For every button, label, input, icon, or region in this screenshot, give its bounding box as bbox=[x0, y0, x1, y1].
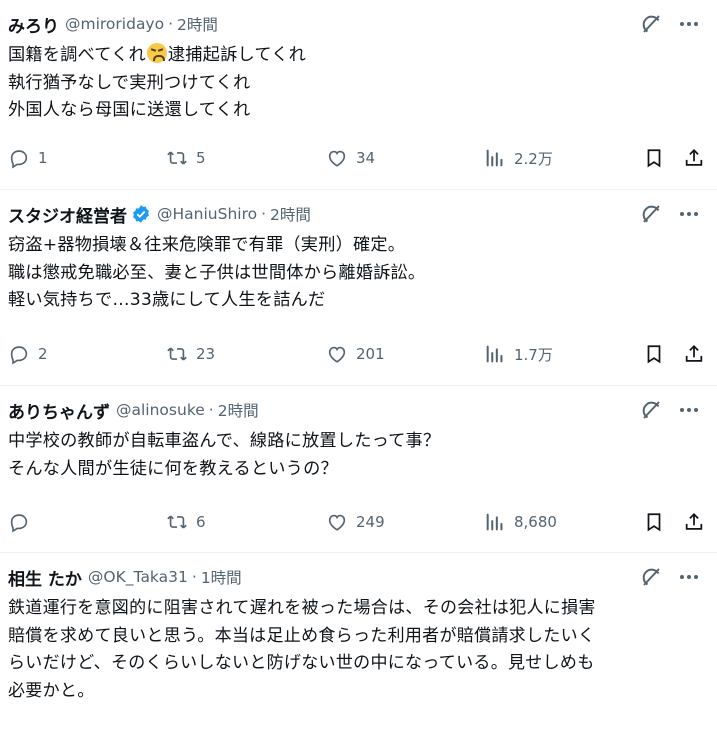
tweet-header: ありちゃんず @alinosuke · 2時間 bbox=[8, 398, 709, 423]
views-button[interactable]: 2.2万 bbox=[484, 147, 553, 169]
analytics-icon bbox=[484, 343, 506, 365]
bookmark-button[interactable] bbox=[643, 511, 665, 533]
tweet-text-rest: 執行猶予なしで実刑つけてくれ 外国人なら母国に送還してくれ bbox=[8, 72, 251, 121]
bookmark-button[interactable] bbox=[643, 147, 665, 169]
timestamp[interactable]: 2時間 bbox=[218, 399, 259, 421]
grok-icon[interactable] bbox=[639, 565, 663, 589]
display-name[interactable]: みろり bbox=[8, 12, 59, 37]
repost-button[interactable]: 6 bbox=[166, 511, 206, 533]
timestamp[interactable]: 2時間 bbox=[177, 13, 218, 35]
share-icon bbox=[683, 343, 705, 365]
tweet-header: スタジオ経営者 @HaniuShiro · 2時間 bbox=[8, 202, 709, 227]
more-options-icon[interactable] bbox=[677, 398, 701, 422]
action-bar: 6 249 8,680 bbox=[8, 510, 709, 534]
heart-icon bbox=[326, 343, 348, 365]
repost-button[interactable]: 5 bbox=[166, 147, 206, 169]
repost-count: 23 bbox=[196, 345, 216, 363]
separator: · bbox=[168, 15, 174, 33]
grok-icon[interactable] bbox=[639, 12, 663, 36]
tweet[interactable]: みろり @miroridayo · 2時間 国籍を調べてくれ 逮捕起訴してくれ 執… bbox=[0, 0, 717, 190]
share-button[interactable] bbox=[683, 343, 705, 365]
tweet[interactable]: 相生 たか @OK_Taka31 · 1時間 鉄道運行を意図的に阻害されて遅れを… bbox=[0, 553, 717, 740]
separator: · bbox=[208, 401, 214, 419]
more-options-icon[interactable] bbox=[677, 202, 701, 226]
tweet-header: 相生 たか @OK_Taka31 · 1時間 bbox=[8, 565, 709, 590]
timestamp[interactable]: 2時間 bbox=[270, 203, 311, 225]
like-button[interactable]: 201 bbox=[326, 343, 385, 365]
reply-count: 1 bbox=[38, 149, 48, 167]
user-handle[interactable]: @HaniuShiro bbox=[157, 205, 257, 223]
action-bar: 1 5 34 2.2万 bbox=[8, 146, 709, 170]
tweet-text: 中学校の教師が自転車盗んで、線路に放置したって事？ そんな人間が生徒に何を教える… bbox=[8, 431, 441, 479]
share-button[interactable] bbox=[683, 511, 705, 533]
repost-icon bbox=[166, 343, 188, 365]
tweet[interactable]: ありちゃんず @alinosuke · 2時間 中学校の教師が自転車盗んで、線路… bbox=[0, 386, 717, 553]
more-options-icon[interactable] bbox=[677, 565, 701, 589]
like-button[interactable]: 249 bbox=[326, 511, 385, 533]
heart-icon bbox=[326, 511, 348, 533]
bookmark-icon bbox=[643, 343, 665, 365]
share-icon bbox=[683, 511, 705, 533]
repost-button[interactable]: 23 bbox=[166, 343, 215, 365]
reply-button[interactable]: 2 bbox=[8, 343, 48, 365]
like-count: 249 bbox=[356, 513, 385, 531]
views-button[interactable]: 1.7万 bbox=[484, 343, 553, 365]
timestamp[interactable]: 1時間 bbox=[201, 566, 242, 588]
analytics-icon bbox=[484, 147, 506, 169]
user-handle[interactable]: @OK_Taka31 bbox=[88, 568, 188, 586]
tweet-text-line: 逮捕起訴してくれ bbox=[167, 45, 306, 65]
user-handle[interactable]: @alinosuke bbox=[116, 401, 205, 419]
grok-icon[interactable] bbox=[639, 202, 663, 226]
tweet-header: みろり @miroridayo · 2時間 bbox=[8, 12, 709, 37]
repost-icon bbox=[166, 147, 188, 169]
reply-count: 2 bbox=[38, 345, 48, 363]
repost-count: 5 bbox=[196, 149, 206, 167]
view-count: 8,680 bbox=[514, 513, 557, 531]
separator: · bbox=[261, 205, 267, 223]
view-count: 1.7万 bbox=[514, 345, 553, 364]
display-name[interactable]: 相生 たか bbox=[8, 565, 82, 590]
like-count: 201 bbox=[356, 345, 385, 363]
repost-count: 6 bbox=[196, 513, 206, 531]
bookmark-icon bbox=[643, 511, 665, 533]
heart-icon bbox=[326, 147, 348, 169]
tweet-text: 国籍を調べてくれ 逮捕起訴してくれ 執行猶予なしで実刑つけてくれ 外国人なら母国に… bbox=[8, 42, 709, 125]
reply-icon bbox=[8, 147, 30, 169]
share-icon bbox=[683, 147, 705, 169]
verified-badge-icon bbox=[131, 204, 151, 224]
separator: · bbox=[191, 568, 197, 586]
bookmark-button[interactable] bbox=[643, 343, 665, 365]
tweet[interactable]: スタジオ経営者 @HaniuShiro · 2時間 窃盗+器物損壊＆往来危険罪で… bbox=[0, 190, 717, 386]
display-name[interactable]: スタジオ経営者 bbox=[8, 202, 127, 227]
reply-button[interactable] bbox=[8, 511, 38, 533]
more-options-icon[interactable] bbox=[677, 12, 701, 36]
analytics-icon bbox=[484, 511, 506, 533]
reply-icon bbox=[8, 511, 30, 533]
tired-face-emoji bbox=[146, 43, 167, 63]
tweet-text-line: 国籍を調べてくれ bbox=[8, 45, 146, 65]
share-button[interactable] bbox=[683, 147, 705, 169]
tweet-text: 窃盗+器物損壊＆往来危険罪で有罪（実刑）確定。 職は懲戒免職必至、妻と子供は世間… bbox=[8, 235, 426, 310]
like-button[interactable]: 34 bbox=[326, 147, 375, 169]
repost-icon bbox=[166, 511, 188, 533]
user-handle[interactable]: @miroridayo bbox=[65, 15, 164, 33]
grok-icon[interactable] bbox=[639, 398, 663, 422]
display-name[interactable]: ありちゃんず bbox=[8, 398, 110, 423]
like-count: 34 bbox=[356, 149, 376, 167]
bookmark-icon bbox=[643, 147, 665, 169]
action-bar: 2 23 201 1.7万 bbox=[8, 342, 709, 366]
views-button[interactable]: 8,680 bbox=[484, 511, 557, 533]
tweet-text: 鉄道運行を意図的に阻害されて遅れを被った場合は、その会社は犯人に損害 賠償を求め… bbox=[8, 598, 596, 701]
reply-icon bbox=[8, 343, 30, 365]
reply-button[interactable]: 1 bbox=[8, 147, 48, 169]
view-count: 2.2万 bbox=[514, 149, 553, 168]
